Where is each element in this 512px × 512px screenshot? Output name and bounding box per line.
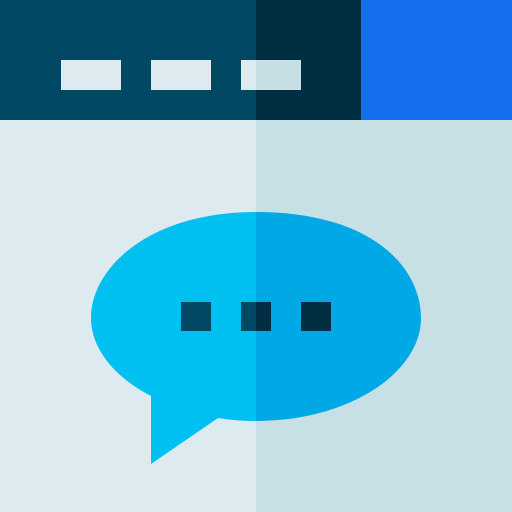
title-dash-3-left bbox=[241, 60, 256, 90]
chat-window-icon bbox=[0, 0, 512, 512]
title-bar-left bbox=[0, 0, 256, 120]
title-bar-accent bbox=[361, 0, 512, 120]
ellipsis-dot-2-left bbox=[241, 302, 256, 331]
title-bar bbox=[0, 0, 512, 120]
title-dash-3-right bbox=[256, 60, 301, 90]
ellipsis-dot-2-right bbox=[256, 302, 271, 331]
title-dash-1 bbox=[61, 60, 121, 90]
ellipsis-dot-1 bbox=[181, 302, 211, 331]
chat-window-svg bbox=[0, 0, 512, 512]
title-dash-2 bbox=[151, 60, 211, 90]
ellipsis-dot-3 bbox=[301, 302, 331, 331]
